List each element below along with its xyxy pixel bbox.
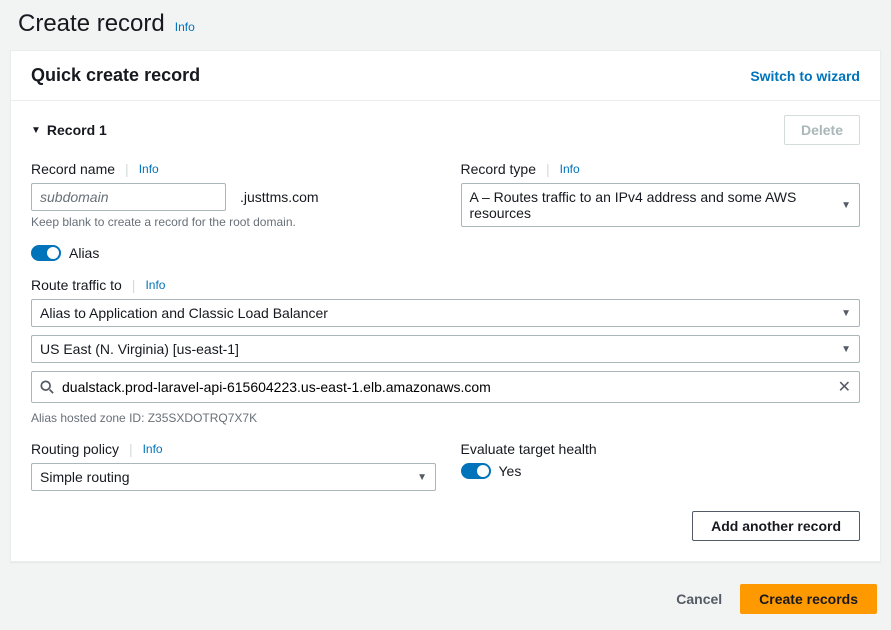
info-link[interactable]: Info: [560, 162, 580, 176]
page-header: Create record Info: [10, 10, 881, 38]
info-link[interactable]: Info: [143, 442, 163, 456]
record-name-label: Record name: [31, 161, 115, 177]
route-traffic-label: Route traffic to: [31, 277, 122, 293]
target-health-label: Evaluate target health: [461, 441, 597, 457]
alias-type-value: Alias to Application and Classic Load Ba…: [40, 305, 328, 321]
caret-down-icon[interactable]: ▼: [31, 125, 41, 136]
routing-policy-label: Routing policy: [31, 441, 119, 457]
search-icon: [40, 380, 54, 394]
target-health-group: Evaluate target health Yes: [461, 441, 861, 479]
page-footer: Cancel Create records: [10, 576, 881, 620]
record-type-group: Record type | Info A – Routes traffic to…: [461, 161, 861, 227]
alias-toggle[interactable]: [31, 245, 61, 261]
target-search[interactable]: ✕: [31, 371, 860, 403]
info-link[interactable]: Info: [175, 20, 195, 34]
info-link[interactable]: Info: [139, 162, 159, 176]
cancel-button[interactable]: Cancel: [676, 591, 722, 607]
chevron-down-icon: ▼: [841, 200, 851, 211]
create-records-button[interactable]: Create records: [740, 584, 877, 614]
region-select[interactable]: US East (N. Virginia) [us-east-1] ▼: [31, 335, 860, 363]
add-another-record-button[interactable]: Add another record: [692, 511, 860, 541]
record-type-label: Record type: [461, 161, 536, 177]
record-type-value: A – Routes traffic to an IPv4 address an…: [470, 189, 842, 221]
region-value: US East (N. Virginia) [us-east-1]: [40, 341, 239, 357]
routing-policy-group: Routing policy | Info Simple routing ▼: [31, 441, 431, 491]
delete-button[interactable]: Delete: [784, 115, 860, 145]
info-link[interactable]: Info: [145, 278, 165, 292]
record-title: Record 1: [47, 122, 107, 138]
record-name-hint: Keep blank to create a record for the ro…: [31, 215, 431, 229]
routing-policy-select[interactable]: Simple routing ▼: [31, 463, 436, 491]
switch-to-wizard-link[interactable]: Switch to wizard: [750, 68, 860, 84]
target-health-value: Yes: [499, 463, 522, 479]
routing-policy-value: Simple routing: [40, 469, 130, 485]
route-traffic-group: Route traffic to | Info Alias to Applica…: [31, 277, 860, 425]
panel-header: Quick create record Switch to wizard: [11, 51, 880, 101]
quick-create-panel: Quick create record Switch to wizard ▼ R…: [10, 50, 881, 562]
page-title: Create record: [18, 10, 165, 38]
panel-title: Quick create record: [31, 65, 200, 86]
target-input[interactable]: [62, 379, 830, 395]
chevron-down-icon: ▼: [841, 344, 851, 355]
alias-label: Alias: [69, 245, 99, 261]
target-health-toggle[interactable]: [461, 463, 491, 479]
record-name-group: Record name | Info .justtms.com Keep bla…: [31, 161, 431, 229]
record-type-select[interactable]: A – Routes traffic to an IPv4 address an…: [461, 183, 861, 227]
subdomain-input[interactable]: [31, 183, 226, 211]
alias-group: Alias: [31, 245, 860, 261]
chevron-down-icon: ▼: [841, 308, 851, 319]
close-icon[interactable]: ✕: [838, 377, 851, 397]
record-header: ▼ Record 1 Delete: [31, 115, 860, 145]
alias-type-select[interactable]: Alias to Application and Classic Load Ba…: [31, 299, 860, 327]
alias-zone-hint: Alias hosted zone ID: Z35SXDOTRQ7X7K: [31, 411, 860, 425]
chevron-down-icon: ▼: [417, 472, 427, 483]
domain-suffix: .justtms.com: [240, 189, 319, 205]
